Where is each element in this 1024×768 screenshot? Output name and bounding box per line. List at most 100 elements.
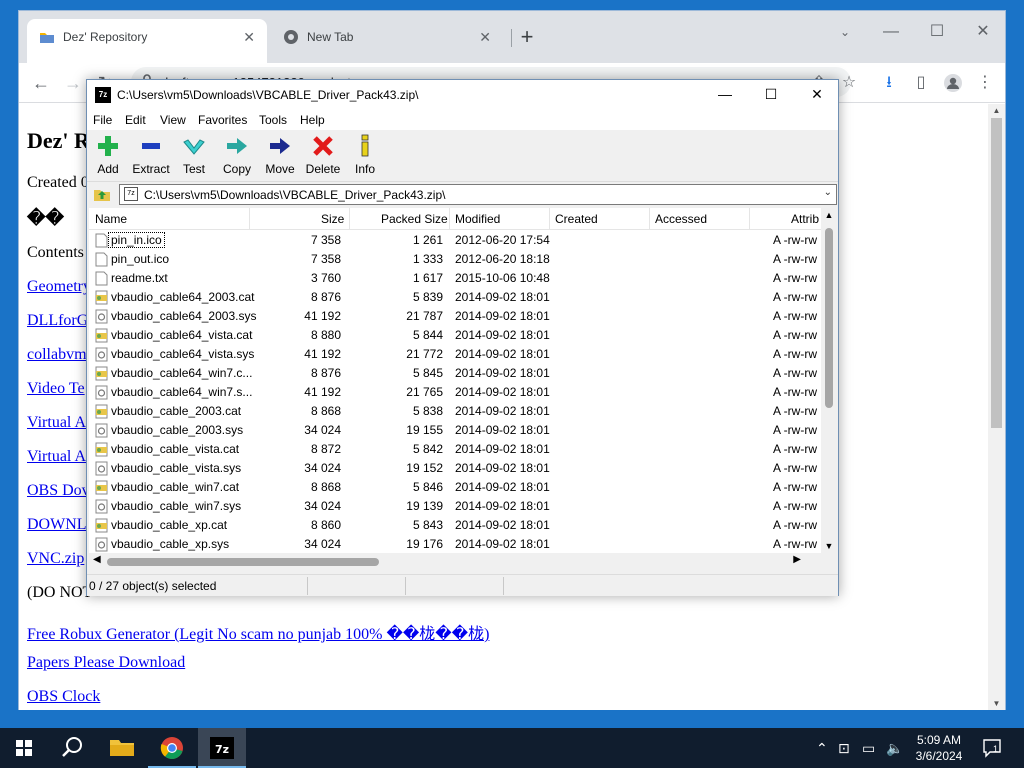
papers-please-link[interactable]: Papers Please Download bbox=[27, 654, 185, 672]
display-icon[interactable]: ▭ bbox=[862, 740, 875, 757]
copy-button[interactable]: Copy bbox=[221, 134, 253, 176]
menu-kebab-icon[interactable]: ⋮ bbox=[973, 71, 997, 95]
page-link[interactable]: DOWNL bbox=[27, 516, 87, 534]
maximize-button[interactable]: ☐ bbox=[915, 17, 959, 47]
menu-file[interactable]: File bbox=[93, 113, 112, 127]
scroll-up-arrow-icon[interactable]: ▲ bbox=[988, 106, 1005, 115]
menu-favorites[interactable]: Favorites bbox=[198, 113, 247, 127]
tab-search-icon[interactable]: ⌄ bbox=[823, 17, 867, 47]
column-divider[interactable] bbox=[249, 208, 250, 230]
close-tab-icon[interactable]: ✕ bbox=[243, 29, 255, 46]
column-modified[interactable]: Modified bbox=[455, 212, 500, 226]
column-attrib[interactable]: Attrib bbox=[791, 212, 819, 226]
side-panel-icon[interactable]: ▯ bbox=[909, 71, 933, 95]
file-row[interactable]: vbaudio_cable_win7.cat 8 868 5 846 2014-09-… bbox=[89, 478, 821, 497]
system-clock[interactable]: 5:09 AM 3/6/2024 bbox=[910, 732, 968, 764]
scrollbar-thumb[interactable] bbox=[107, 558, 379, 566]
robux-link[interactable]: Free Robux Generator (Legit No scam no p… bbox=[27, 620, 489, 644]
forward-button[interactable]: → bbox=[61, 71, 85, 95]
tab-dez-repository[interactable]: Dez' Repository ✕ bbox=[27, 19, 267, 63]
menu-tools[interactable]: Tools bbox=[259, 113, 287, 127]
tab-new-tab[interactable]: New Tab ✕ bbox=[271, 19, 503, 55]
file-row[interactable]: vbaudio_cable_xp.sys 34 024 19 176 2014-09-… bbox=[89, 535, 821, 553]
scrollbar-thumb[interactable] bbox=[991, 118, 1002, 428]
file-row[interactable]: vbaudio_cable_2003.cat 8 868 5 838 2014-09-… bbox=[89, 402, 821, 421]
file-explorer-taskbar-button[interactable] bbox=[98, 728, 146, 768]
column-divider[interactable] bbox=[649, 208, 650, 230]
scroll-down-arrow-icon[interactable]: ▼ bbox=[821, 541, 837, 551]
search-button[interactable] bbox=[48, 728, 96, 768]
file-row[interactable]: vbaudio_cable_2003.sys 34 024 19 155 2014-0… bbox=[89, 421, 821, 440]
page-link[interactable]: Virtual A bbox=[27, 448, 86, 466]
folder-up-icon[interactable] bbox=[93, 185, 111, 203]
file-row[interactable]: vbaudio_cable_xp.cat 8 860 5 843 2014-09-02… bbox=[89, 516, 821, 535]
move-button[interactable]: Move bbox=[264, 134, 296, 176]
column-accessed[interactable]: Accessed bbox=[655, 212, 707, 226]
start-button[interactable] bbox=[0, 728, 48, 768]
volume-muted-icon[interactable]: 🔈 bbox=[886, 740, 903, 757]
file-row[interactable]: vbaudio_cable64_win7.s... 41 192 21 765 201… bbox=[89, 383, 821, 402]
notification-center-button[interactable]: 1 bbox=[982, 738, 1004, 758]
scroll-up-arrow-icon[interactable]: ▲ bbox=[821, 210, 837, 220]
page-link[interactable]: VNC.zip bbox=[27, 550, 84, 568]
chrome-taskbar-button[interactable] bbox=[148, 728, 196, 768]
file-row[interactable]: readme.txt 3 760 1 617 2015-10-06 10:48 A -r… bbox=[89, 269, 821, 288]
extract-button[interactable]: Extract bbox=[131, 134, 171, 176]
maximize-button[interactable]: ☐ bbox=[748, 80, 794, 110]
menu-view[interactable]: View bbox=[160, 113, 186, 127]
scroll-left-arrow-icon[interactable]: ◀ bbox=[93, 554, 101, 565]
page-link[interactable]: DLLforG bbox=[27, 312, 88, 330]
path-combobox[interactable]: 7z C:\Users\vm5\Downloads\VBCABLE_Driver… bbox=[119, 184, 837, 205]
chevron-down-icon[interactable]: ⌄ bbox=[824, 187, 832, 198]
show-hidden-icons-chevron-icon[interactable]: ⌃ bbox=[816, 740, 828, 757]
minimize-button[interactable]: — bbox=[702, 80, 748, 110]
file-row[interactable]: vbaudio_cable_vista.cat 8 872 5 842 2014-09… bbox=[89, 440, 821, 459]
page-scrollbar[interactable]: ▲ ▼ bbox=[988, 104, 1005, 710]
new-tab-button[interactable]: + bbox=[515, 25, 539, 49]
scroll-right-arrow-icon[interactable]: ▶ bbox=[793, 554, 801, 565]
file-row[interactable]: vbaudio_cable64_2003.sys 41 192 21 787 2014… bbox=[89, 307, 821, 326]
delete-button[interactable]: Delete bbox=[305, 134, 341, 176]
add-button[interactable]: Add bbox=[95, 134, 121, 176]
close-tab-icon[interactable]: ✕ bbox=[479, 29, 491, 46]
menu-edit[interactable]: Edit bbox=[125, 113, 146, 127]
column-size[interactable]: Size bbox=[321, 212, 344, 226]
obs-clock-link[interactable]: OBS Clock bbox=[27, 688, 100, 706]
column-divider[interactable] bbox=[549, 208, 550, 230]
file-row[interactable]: pin_in.ico 7 358 1 261 2012-06-20 17:54 A -r… bbox=[89, 231, 821, 250]
column-packed-size[interactable]: Packed Size bbox=[381, 212, 448, 226]
scroll-down-arrow-icon[interactable]: ▼ bbox=[988, 699, 1005, 708]
file-row[interactable]: vbaudio_cable64_vista.cat 8 880 5 844 2014-… bbox=[89, 326, 821, 345]
column-created[interactable]: Created bbox=[555, 212, 598, 226]
file-row[interactable]: vbaudio_cable_win7.sys 34 024 19 139 2014-0… bbox=[89, 497, 821, 516]
list-horizontal-scrollbar[interactable]: ◀ ▶ bbox=[89, 553, 821, 570]
file-row[interactable]: vbaudio_cable64_vista.sys 41 192 21 772 201… bbox=[89, 345, 821, 364]
column-divider[interactable] bbox=[749, 208, 750, 230]
scrollbar-thumb[interactable] bbox=[825, 228, 833, 408]
minimize-button[interactable]: — bbox=[869, 17, 913, 47]
network-icon[interactable]: ⊡ bbox=[838, 740, 850, 757]
sevenzip-titlebar[interactable]: 7z C:\Users\vm5\Downloads\VBCABLE_Driver… bbox=[87, 80, 838, 110]
page-link[interactable]: Video Te bbox=[27, 380, 85, 398]
profile-avatar-icon[interactable] bbox=[941, 71, 965, 95]
close-window-button[interactable]: ✕ bbox=[961, 17, 1005, 47]
close-window-button[interactable]: ✕ bbox=[794, 80, 840, 110]
file-row[interactable]: vbaudio_cable64_win7.c... 8 876 5 845 2014-… bbox=[89, 364, 821, 383]
file-row[interactable]: pin_out.ico 7 358 1 333 2012-06-20 18:18 A -… bbox=[89, 250, 821, 269]
menu-help[interactable]: Help bbox=[300, 113, 325, 127]
column-name[interactable]: Name bbox=[95, 212, 127, 226]
page-link[interactable]: collabvm bbox=[27, 346, 87, 364]
test-button[interactable]: Test bbox=[181, 134, 207, 176]
page-link[interactable]: OBS Dov bbox=[27, 482, 90, 500]
file-row[interactable]: vbaudio_cable_vista.sys 34 024 19 152 2014-… bbox=[89, 459, 821, 478]
back-button[interactable]: ← bbox=[29, 71, 53, 95]
column-divider[interactable] bbox=[449, 208, 450, 230]
download-icon[interactable]: ⭳ bbox=[877, 71, 901, 95]
page-link[interactable]: Geometry bbox=[27, 278, 91, 296]
list-vertical-scrollbar[interactable]: ▲ ▼ bbox=[821, 208, 837, 553]
column-divider[interactable] bbox=[349, 208, 350, 230]
info-button[interactable]: Info bbox=[353, 134, 377, 176]
bookmark-star-icon[interactable]: ☆ bbox=[837, 71, 861, 95]
page-link[interactable]: Virtual A bbox=[27, 414, 86, 432]
sevenzip-taskbar-button[interactable]: 7z bbox=[198, 728, 246, 768]
